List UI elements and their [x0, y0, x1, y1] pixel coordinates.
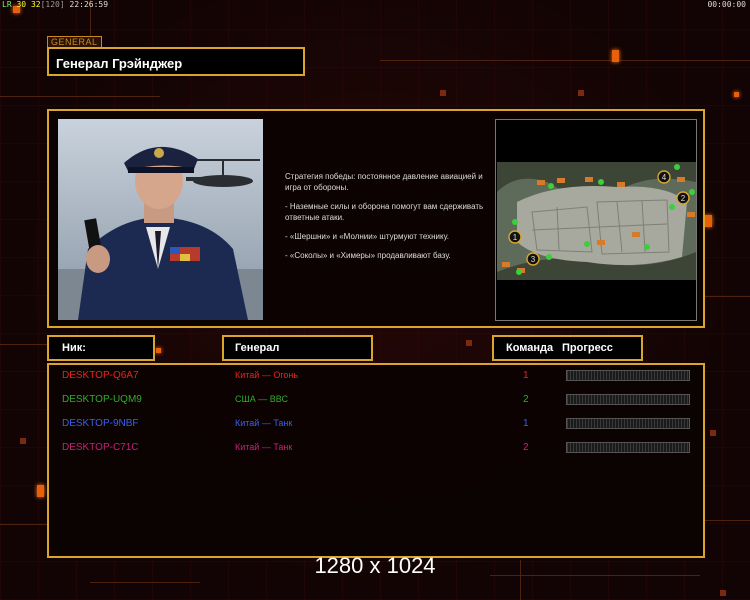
deco-dot: [612, 50, 619, 62]
general-info-panel: Стратегия победы: постоянное давление ав…: [47, 109, 705, 328]
tip-text: - «Шершни» и «Молнии» штурмуют технику.: [285, 232, 449, 241]
player-progress-bar: [566, 442, 690, 453]
deco-dot: [705, 215, 712, 227]
player-progress-bar: [566, 394, 690, 405]
team-progress-column-header: Команда Прогресс: [492, 335, 643, 361]
player-team: 1: [523, 370, 529, 381]
hud-n1: 30: [16, 0, 27, 9]
progress-header-label: Прогресс: [562, 342, 613, 354]
team-header-label: Команда: [506, 342, 554, 354]
player-team: 1: [523, 418, 529, 429]
hud-n2: 32: [30, 0, 41, 9]
player-team: 2: [523, 394, 529, 405]
player-row: DESKTOP-C71C Китай — Танк 2: [49, 440, 699, 456]
hud-clock: 22:26:59: [69, 0, 109, 9]
hud-lr: LR: [2, 0, 12, 9]
player-nick: DESKTOP-9NBF: [62, 418, 139, 429]
player-progress-bar: [566, 418, 690, 429]
player-row: DESKTOP-UQM9 США — ВВС 2: [49, 392, 699, 408]
general-name: Генерал Грэйнджер: [56, 56, 183, 71]
player-row: DESKTOP-Q6A7 Китай — Огонь 1: [49, 368, 699, 384]
tip-text: - «Соколы» и «Химеры» продавливают базу.: [285, 251, 451, 260]
player-nick: DESKTOP-Q6A7: [62, 370, 139, 381]
deco-dot: [734, 92, 739, 97]
players-panel: DESKTOP-Q6A7 Китай — Огонь 1 DESKTOP-UQM…: [47, 363, 705, 558]
deco-dot: [710, 430, 716, 436]
tip-text: - Наземные силы и оборона помогут вам сд…: [285, 202, 484, 222]
deco-dot: [466, 340, 472, 346]
deco-line: [0, 524, 47, 525]
player-general: США — ВВС: [235, 394, 288, 404]
map-marker-label: 4: [662, 173, 667, 182]
deco-dot: [720, 590, 726, 596]
deco-dot: [440, 90, 446, 96]
general-description: Стратегия победы: постоянное давление ав…: [285, 171, 485, 269]
map-marker-label: 3: [531, 255, 536, 264]
map-marker-label: 2: [681, 194, 686, 203]
nick-column-header: Ник:: [47, 335, 155, 361]
deco-line: [705, 520, 750, 521]
deco-line: [0, 96, 160, 97]
player-team: 2: [523, 442, 529, 453]
game-timer: 00:00:00: [707, 0, 746, 9]
deco-line: [705, 296, 750, 297]
fps-counter: LR 30 32[120] 22:26:59: [2, 0, 108, 9]
deco-dot: [37, 485, 44, 497]
general-column-header: Генерал: [222, 335, 373, 361]
map-preview: 1 2 3 4: [495, 119, 697, 321]
deco-dot: [156, 348, 161, 353]
map-marker-label: 1: [513, 233, 518, 242]
deco-line: [0, 344, 47, 345]
player-general: Китай — Танк: [235, 442, 293, 452]
strategy-text: Стратегия победы: постоянное давление ав…: [285, 172, 483, 192]
hud-n3: [120]: [40, 0, 65, 9]
player-general: Китай — Огонь: [235, 370, 299, 380]
deco-line: [90, 582, 200, 583]
deco-line: [380, 60, 750, 61]
player-nick: DESKTOP-C71C: [62, 442, 139, 453]
general-title-box: Генерал Грэйнджер: [47, 47, 305, 76]
player-progress-bar: [566, 370, 690, 381]
deco-dot: [578, 90, 584, 96]
nick-header-label: Ник:: [62, 342, 86, 354]
general-header-label: Генерал: [235, 342, 280, 354]
player-row: DESKTOP-9NBF Китай — Танк 1: [49, 416, 699, 432]
player-general: Китай — Танк: [235, 418, 293, 428]
resolution-overlay: 1280 x 1024: [314, 553, 436, 578]
player-nick: DESKTOP-UQM9: [62, 394, 142, 405]
general-portrait: [58, 119, 263, 320]
deco-dot: [20, 438, 26, 444]
